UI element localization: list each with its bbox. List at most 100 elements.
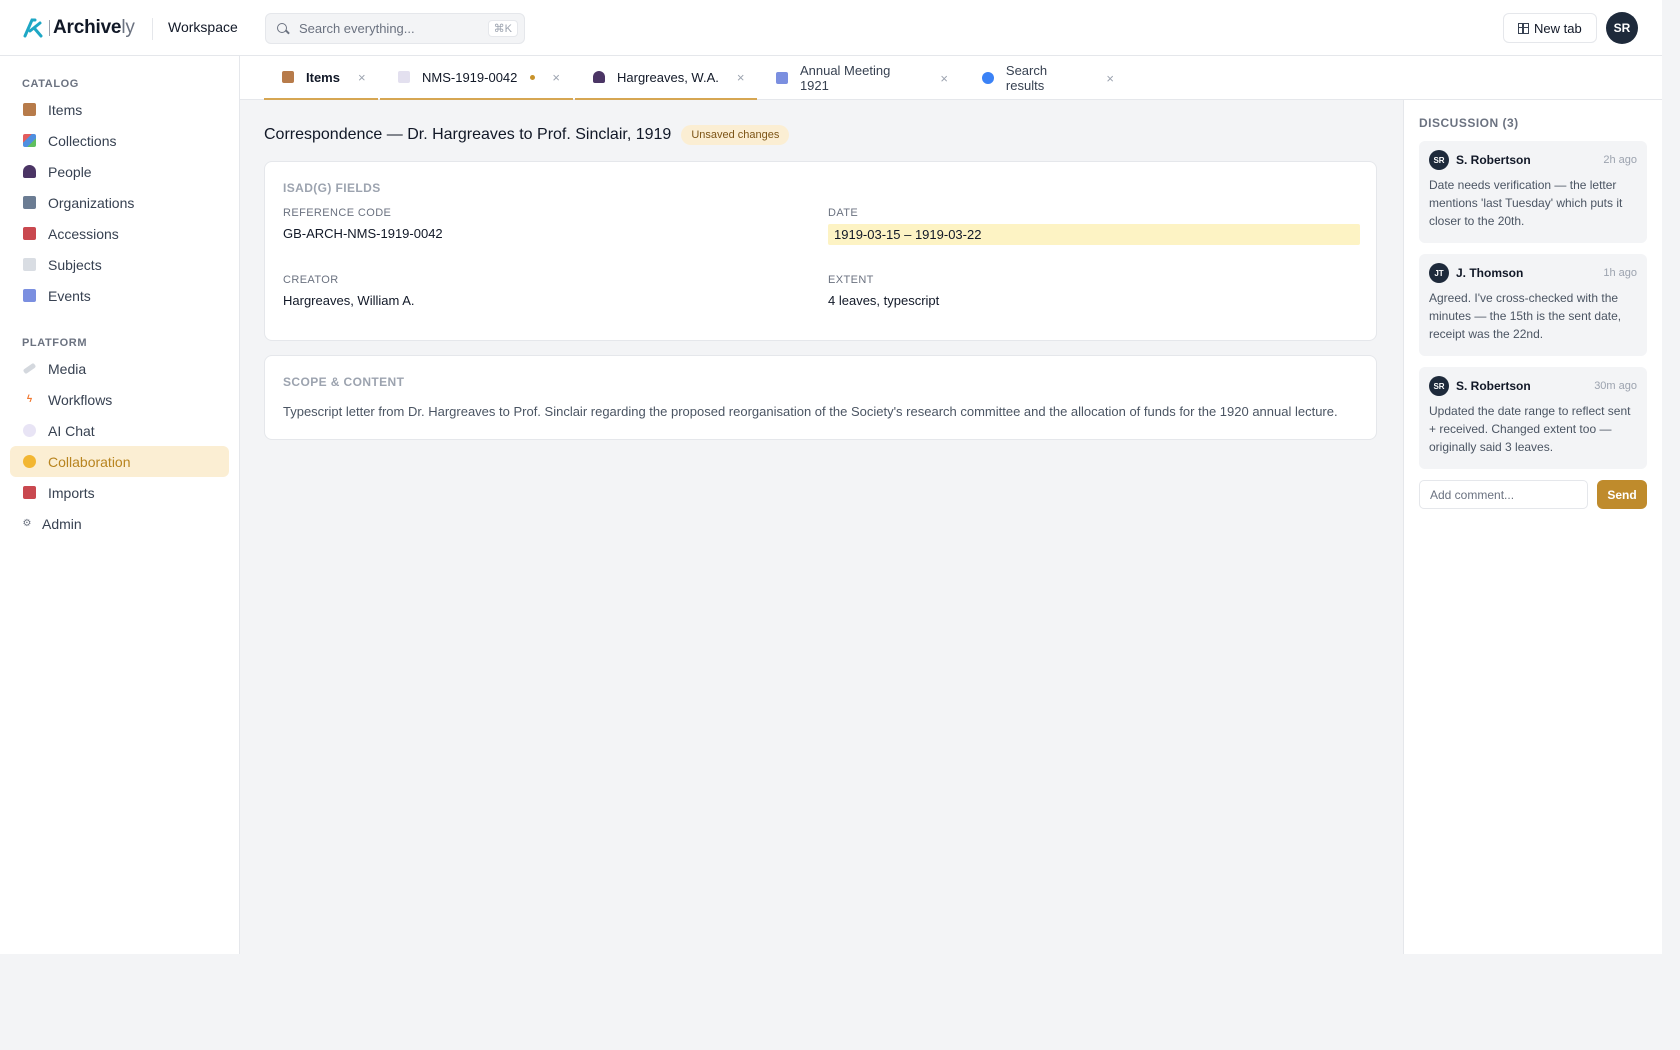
creator-label: CREATOR — [283, 274, 339, 286]
tab-label: Items — [306, 69, 340, 85]
sidebar-item-organizations[interactable]: Organizations — [10, 187, 229, 218]
gear-icon: ⚙ — [22, 518, 32, 529]
sidebar-item-accessions[interactable]: Accessions — [10, 218, 229, 249]
close-icon[interactable]: × — [1106, 71, 1114, 86]
sidebar-item-ai-chat[interactable]: AI Chat — [10, 415, 229, 446]
sidebar-item-label: Collaboration — [48, 453, 131, 470]
comment-time: 30m ago — [1594, 380, 1637, 392]
tag-icon — [23, 258, 36, 271]
archively-logo-icon — [22, 17, 44, 39]
sidebar-item-admin[interactable]: ⚙ Admin — [10, 508, 229, 539]
scope-content-text[interactable]: Typescript letter from Dr. Hargreaves to… — [283, 404, 1338, 419]
sidebar-item-label: Subjects — [48, 256, 102, 273]
tab-label: NMS-1919-0042 — [422, 69, 518, 85]
sidebar-item-label: Workflows — [48, 391, 113, 408]
header-divider — [152, 18, 153, 40]
sidebar-item-label: Organizations — [48, 194, 135, 211]
brand-name: Archively — [53, 17, 135, 38]
extent-value[interactable]: 4 leaves, typescript — [828, 293, 939, 308]
logo-divider — [49, 20, 50, 36]
calendar-icon — [776, 72, 788, 84]
user-avatar[interactable]: SR — [1606, 12, 1638, 44]
sidebar-item-collaboration[interactable]: Collaboration — [10, 446, 229, 477]
close-icon[interactable]: × — [940, 71, 948, 86]
paperclip-icon — [22, 362, 37, 375]
grid-icon — [1518, 22, 1529, 34]
comment-text: Date needs verification — the letter men… — [1429, 178, 1623, 228]
avatar: SR — [1429, 376, 1449, 396]
discussion-panel: DISCUSSION (3) SR S. Robertson 2h ago Da… — [1403, 100, 1662, 954]
new-tab-label: New tab — [1534, 20, 1582, 36]
sidebar-item-imports[interactable]: Imports — [10, 477, 229, 508]
page-title: Correspondence — Dr. Hargreaves to Prof.… — [264, 126, 672, 143]
record-view: Correspondence — Dr. Hargreaves to Prof.… — [240, 100, 1403, 954]
workspace-label[interactable]: Workspace — [168, 19, 238, 35]
section-label-platform: PLATFORM — [22, 337, 88, 349]
calendar-icon — [23, 289, 36, 302]
sidebar-item-label: Accessions — [48, 225, 119, 242]
search-icon — [276, 22, 290, 36]
sidebar-item-items[interactable]: Items — [10, 94, 229, 125]
handshake-icon — [23, 455, 36, 468]
send-button[interactable]: Send — [1597, 480, 1647, 509]
scope-content-card: SCOPE & CONTENT Typescript letter from D… — [264, 355, 1377, 440]
document-icon — [398, 71, 410, 83]
discussion-heading: DISCUSSION (3) — [1419, 116, 1519, 130]
status-badge: Unsaved changes — [681, 125, 790, 145]
building-icon — [23, 196, 36, 209]
sidebar-item-events[interactable]: Events — [10, 280, 229, 311]
sidebar-item-subjects[interactable]: Subjects — [10, 249, 229, 280]
chat-icon — [23, 424, 36, 437]
global-search[interactable]: Search everything... ⌘K — [265, 13, 525, 44]
magnifier-icon — [982, 72, 994, 84]
tab-search-results[interactable]: Search results × — [964, 56, 1114, 100]
inbox-icon — [23, 486, 36, 499]
date-value[interactable]: 1919-03-15 – 1919-03-22 — [828, 224, 1360, 245]
sidebar-item-people[interactable]: People — [10, 156, 229, 187]
sidebar: CATALOG Items Collections People Organiz… — [0, 56, 240, 954]
close-icon[interactable]: × — [358, 70, 366, 85]
comment-time: 2h ago — [1603, 154, 1637, 166]
close-icon[interactable]: × — [737, 70, 745, 85]
sidebar-item-collections[interactable]: Collections — [10, 125, 229, 156]
person-icon — [23, 165, 36, 178]
comment-input[interactable] — [1419, 480, 1588, 509]
comment-author: S. Robertson — [1456, 153, 1531, 167]
reference-code-value[interactable]: GB-ARCH-NMS-1919-0042 — [283, 226, 443, 241]
comment: JT J. Thomson 1h ago Agreed. I've cross-… — [1419, 254, 1647, 356]
tab-hargreaves[interactable]: Hargreaves, W.A. × — [575, 56, 757, 100]
record-header: Correspondence — Dr. Hargreaves to Prof.… — [264, 125, 790, 145]
card-heading: ISAD(G) FIELDS — [283, 181, 381, 195]
sidebar-item-label: Admin — [42, 515, 82, 532]
close-icon[interactable]: × — [552, 70, 560, 85]
tab-items[interactable]: Items × — [264, 56, 378, 100]
logo[interactable]: Archively — [22, 16, 135, 40]
sidebar-item-label: Media — [48, 360, 87, 377]
person-icon — [593, 71, 605, 83]
sidebar-item-label: Collections — [48, 132, 117, 149]
comment: SR S. Robertson 30m ago Updated the date… — [1419, 367, 1647, 469]
sidebar-item-media[interactable]: Media — [10, 353, 229, 384]
tab-annual-meeting[interactable]: Annual Meeting 1921 × — [758, 56, 948, 100]
search-input[interactable]: Search everything... — [299, 21, 488, 36]
extent-label: EXTENT — [828, 274, 874, 286]
comment-text: Updated the date range to reflect sent +… — [1429, 404, 1631, 454]
tab-label: Hargreaves, W.A. — [617, 69, 719, 85]
sidebar-item-label: AI Chat — [48, 422, 95, 439]
isad-fields-card: ISAD(G) FIELDS REFERENCE CODE GB-ARCH-NM… — [264, 161, 1377, 341]
comment-author: S. Robertson — [1456, 379, 1531, 393]
new-tab-button[interactable]: New tab — [1503, 13, 1597, 43]
tab-nms-1919-0042[interactable]: NMS-1919-0042 × — [380, 56, 573, 100]
top-header: Archively Workspace Search everything...… — [0, 0, 1662, 56]
comment: SR S. Robertson 2h ago Date needs verifi… — [1419, 141, 1647, 243]
sidebar-item-label: Items — [48, 101, 83, 118]
lightning-icon: ϟ — [26, 394, 33, 405]
sidebar-item-workflows[interactable]: ϟ Workflows — [10, 384, 229, 415]
inbox-icon — [23, 227, 36, 240]
reference-code-label: REFERENCE CODE — [283, 207, 392, 219]
collections-icon — [23, 134, 36, 147]
section-label-catalog: CATALOG — [22, 78, 79, 90]
sidebar-item-label: People — [48, 163, 92, 180]
creator-value[interactable]: Hargreaves, William A. — [283, 293, 414, 308]
app-window: Archively Workspace Search everything...… — [0, 0, 1662, 954]
